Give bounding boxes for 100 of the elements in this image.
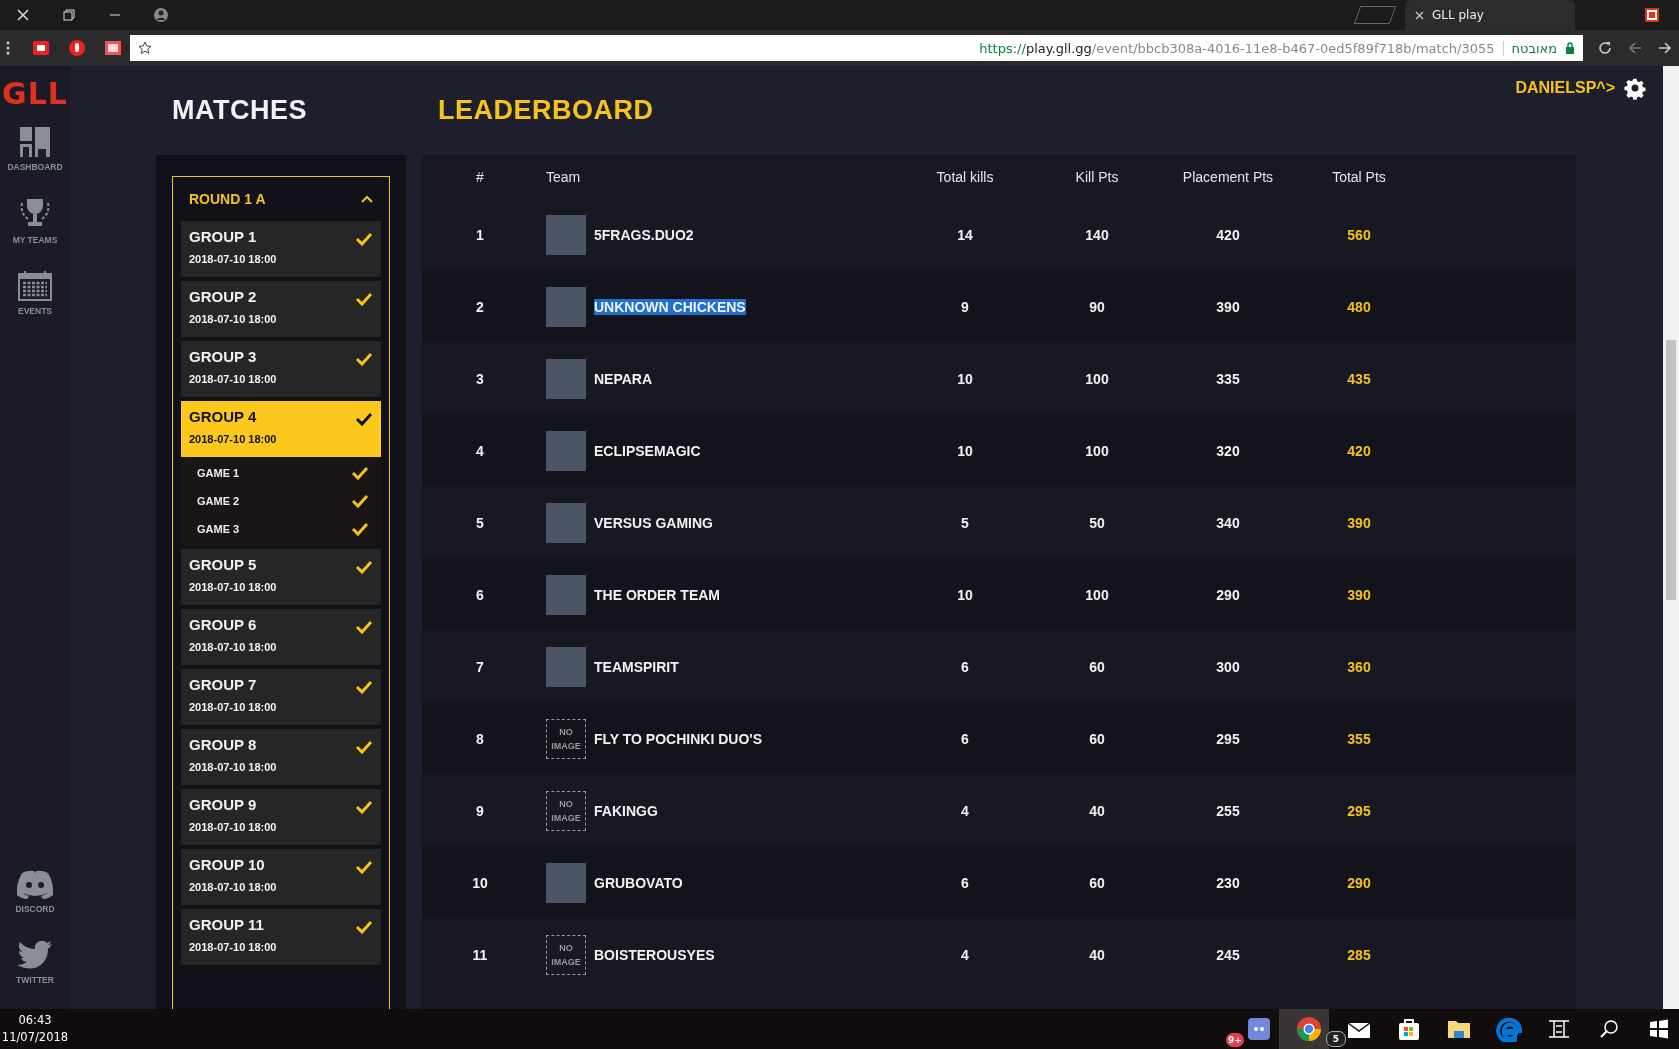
username-link[interactable]: DANIELSP^>	[1515, 79, 1615, 97]
star-icon[interactable]	[138, 41, 152, 55]
team-name[interactable]: NEPARA	[594, 371, 653, 387]
group-card[interactable]: GROUP 11 2018-07-10 18:00	[181, 909, 381, 965]
group-card[interactable]: GROUP 6 2018-07-10 18:00	[181, 609, 381, 665]
total-points-cell-text: 360	[1346, 659, 1372, 675]
calendar-icon	[18, 271, 52, 301]
total-points-cell-text: 420	[1346, 443, 1372, 459]
team-name[interactable]: UNKNOWN CHICKENS	[594, 299, 746, 315]
browser-app-icon[interactable]	[1296, 1016, 1322, 1042]
task-view-icon[interactable]	[1548, 1019, 1570, 1039]
team-name[interactable]: VERSUS GAMING	[594, 515, 713, 531]
total-points-cell-text: 390	[1346, 515, 1372, 531]
team-name[interactable]: FAKINGG	[594, 803, 658, 819]
group-name: GROUP 1	[189, 228, 258, 245]
group-card[interactable]: GROUP 4 2018-07-10 18:00	[181, 401, 381, 457]
new-tab-button[interactable]	[1353, 6, 1397, 24]
search-icon[interactable]	[1599, 1019, 1619, 1039]
extension-icon[interactable]	[32, 40, 50, 56]
rank-cell-text: 11	[471, 947, 489, 963]
round-title[interactable]: ROUND 1 A	[189, 191, 266, 207]
settings-icon[interactable]	[1623, 76, 1647, 100]
forward-icon[interactable]	[1657, 40, 1673, 56]
total-points-cell-text: 285	[1346, 947, 1372, 963]
group-card[interactable]: GROUP 10 2018-07-10 18:00	[181, 849, 381, 905]
extension-icon[interactable]	[68, 39, 86, 57]
check-icon	[351, 494, 369, 508]
profile-icon[interactable]	[154, 8, 168, 22]
menu-icon[interactable]	[6, 41, 10, 55]
rank-cell-text: 4	[475, 443, 485, 459]
scrollbar-thumb[interactable]	[1666, 340, 1676, 600]
game-item[interactable]: GAME 3	[181, 515, 381, 543]
chat-app-icon[interactable]	[1246, 1016, 1272, 1042]
restore-icon[interactable]	[63, 9, 75, 21]
group-card[interactable]: GROUP 3 2018-07-10 18:00	[181, 341, 381, 397]
team-name[interactable]: 5FRAGS.DUO2	[594, 227, 694, 243]
extension-icon[interactable]	[104, 40, 122, 56]
total-points-cell-text: 355	[1346, 731, 1372, 747]
notification-badge: 5	[1326, 1031, 1346, 1047]
team-name[interactable]: BOISTEROUSYES	[594, 947, 715, 963]
total-points-cell-text: 435	[1346, 371, 1372, 387]
table-cell-text: 5	[960, 515, 970, 531]
logo-text[interactable]: GLL	[2, 76, 68, 111]
check-icon	[351, 522, 369, 536]
table-cell-text: 40	[1088, 803, 1106, 819]
nav-label[interactable]: TWITTER	[16, 975, 54, 985]
team-name[interactable]: FLY TO POCHINKI DUO'S	[594, 731, 762, 747]
page-tab[interactable]: MATCHES	[172, 95, 307, 126]
column-header: Kill Pts	[1074, 169, 1120, 185]
clock-date: 11/07/2018	[1, 1029, 69, 1046]
column-header: #	[475, 169, 485, 185]
group-name: GROUP 2	[189, 288, 258, 305]
table-cell-text: 100	[1084, 587, 1110, 603]
rank-cell-text: 8	[475, 731, 485, 747]
scrollbar[interactable]	[1663, 66, 1679, 1009]
group-date: 2018-07-10 18:00	[189, 373, 277, 385]
bird-icon[interactable]	[17, 940, 53, 970]
group-name: GROUP 10	[189, 856, 266, 873]
shopping-bag-icon[interactable]	[1396, 1016, 1422, 1042]
table-cell-text: 230	[1215, 875, 1241, 891]
group-date: 2018-07-10 18:00	[189, 761, 277, 773]
nav-label[interactable]: EVENTS	[18, 306, 52, 316]
edge-browser-icon[interactable]	[1496, 1016, 1522, 1042]
check-icon	[355, 920, 373, 934]
group-date: 2018-07-10 18:00	[189, 941, 277, 953]
nav-label[interactable]: DASHBOARD	[7, 162, 63, 172]
page-tab[interactable]: LEADERBOARD	[438, 95, 654, 126]
team-name[interactable]: GRUBOVATO	[594, 875, 683, 891]
team-name[interactable]: TEAMSPIRIT	[594, 659, 679, 675]
close-icon[interactable]	[1415, 10, 1424, 20]
nav-label[interactable]: DISCORD	[15, 904, 55, 914]
group-card[interactable]: GROUP 1 2018-07-10 18:00	[181, 221, 381, 277]
group-card[interactable]: GROUP 5 2018-07-10 18:00	[181, 549, 381, 605]
team-name[interactable]: ECLIPSEMAGIC	[594, 443, 701, 459]
rank-cell-text: 2	[475, 299, 485, 315]
table-cell-text: 40	[1088, 947, 1106, 963]
table-cell-text: 10	[956, 443, 974, 459]
group-card[interactable]: GROUP 2 2018-07-10 18:00	[181, 281, 381, 337]
group-card[interactable]: GROUP 9 2018-07-10 18:00	[181, 789, 381, 845]
group-date: 2018-07-10 18:00	[189, 701, 277, 713]
table-cell-text: 60	[1088, 875, 1106, 891]
check-icon	[355, 292, 373, 306]
close-icon[interactable]	[17, 9, 29, 21]
rank-cell-text: 7	[475, 659, 485, 675]
windows-start-icon[interactable]	[1649, 1019, 1669, 1039]
team-name[interactable]: THE ORDER TEAM	[594, 587, 720, 603]
table-cell-text: 10	[956, 587, 974, 603]
group-date: 2018-07-10 18:00	[189, 313, 277, 325]
group-card[interactable]: GROUP 7 2018-07-10 18:00	[181, 669, 381, 725]
game-item[interactable]: GAME 1	[181, 459, 381, 487]
back-icon[interactable]	[1627, 40, 1643, 56]
game-item[interactable]: GAME 2	[181, 487, 381, 515]
check-icon	[355, 800, 373, 814]
group-card[interactable]: GROUP 8 2018-07-10 18:00	[181, 729, 381, 785]
discord-icon[interactable]	[14, 869, 56, 899]
nav-label[interactable]: MY TEAMS	[12, 235, 58, 245]
reload-icon[interactable]	[1597, 40, 1613, 56]
chevron-up-icon[interactable]	[361, 195, 373, 203]
browser-tab[interactable]: GLL play	[1405, 0, 1575, 30]
group-date: 2018-07-10 18:00	[189, 881, 277, 893]
